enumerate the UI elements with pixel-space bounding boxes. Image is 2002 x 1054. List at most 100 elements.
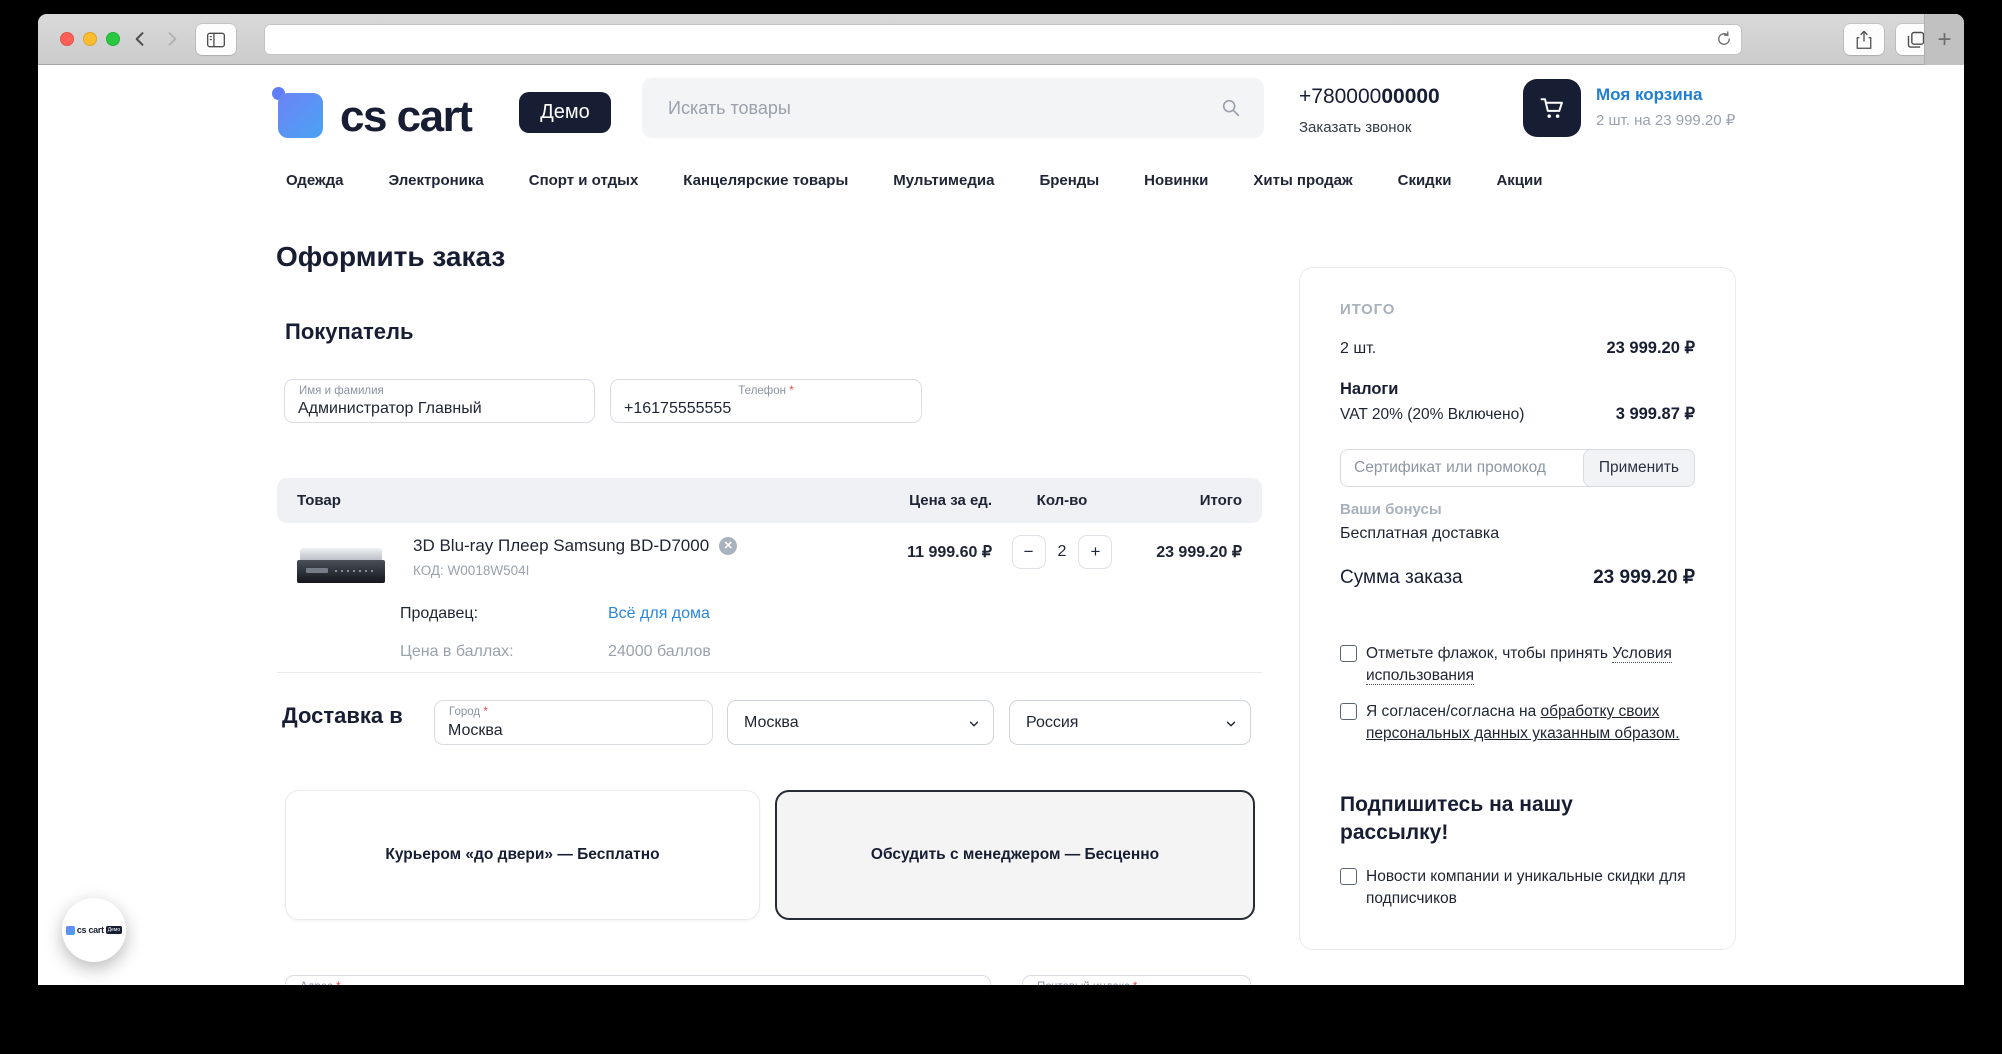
my-cart-link[interactable]: Моя корзина (1596, 85, 1702, 105)
items-count: 2 шт. (1340, 340, 1376, 358)
address-field[interactable]: Адрес * (285, 975, 991, 985)
phone-input[interactable] (624, 400, 908, 418)
logo-text-mini: cs cart (77, 925, 104, 935)
taxes-heading: Налоги (1340, 380, 1695, 399)
nav-item-novinki[interactable]: Новинки (1144, 172, 1208, 189)
shipping-option-courier[interactable]: Курьером «до двери» — Бесплатно (285, 790, 760, 920)
name-field-label: Имя и фамилия (299, 385, 384, 397)
cart-button[interactable] (1523, 79, 1581, 137)
product-code: КОД: W0018W504I (413, 563, 737, 578)
bonuses-value: Бесплатная доставка (1340, 525, 1695, 543)
zipcode-field[interactable]: Почтовый индекс * (1022, 975, 1251, 985)
main-nav: Одежда Электроника Спорт и отдых Канцеля… (286, 172, 1542, 189)
search-input[interactable] (668, 78, 1208, 138)
name-field: Имя и фамилия (284, 379, 595, 423)
terms-checkbox-row: Отметьте флажок, чтобы принять Условия и… (1340, 643, 1695, 688)
promo-code-control: Применить (1340, 449, 1695, 487)
summary-heading: ИТОГО (1340, 301, 1695, 318)
nav-item-brendy[interactable]: Бренды (1039, 172, 1099, 189)
col-total: Итого (1132, 492, 1242, 509)
chevron-down-icon (1224, 717, 1238, 731)
logo-text[interactable]: cs cart (340, 92, 471, 142)
tabs-icon (1906, 30, 1926, 50)
search-bar (642, 78, 1264, 138)
items-total-row: 2 шт. 23 999.20 ₽ (1340, 338, 1695, 358)
logo-mark-mini (66, 926, 75, 935)
row-total: 23 999.20 ₽ (1132, 528, 1242, 592)
col-qty: Кол-во (992, 492, 1132, 509)
tax-value: 3 999.87 ₽ (1616, 404, 1695, 424)
col-unit-price: Цена за ед. (812, 492, 992, 509)
country-select[interactable]: Россия (1009, 700, 1251, 745)
phone-field-label: Телефон * (611, 385, 921, 397)
nav-item-sport-i-otdyh[interactable]: Спорт и отдых (529, 172, 639, 189)
city-input[interactable] (448, 722, 699, 740)
promo-code-input[interactable] (1340, 449, 1589, 487)
zoom-window-button[interactable] (106, 32, 120, 46)
refresh-icon[interactable] (1715, 30, 1733, 53)
tax-row: VAT 20% (20% Включено) 3 999.87 ₽ (1340, 404, 1695, 424)
points-row: Цена в баллах:24000 баллов (400, 643, 711, 661)
address-bar[interactable] (264, 24, 1742, 55)
newsletter-checkbox[interactable] (1340, 868, 1357, 885)
consent-checkbox-row: Я согласен/согласна на обработку своих п… (1340, 701, 1695, 746)
apply-promo-button[interactable]: Применить (1583, 449, 1695, 487)
product-title[interactable]: 3D Blu-ray Плеер Samsung BD-D7000✕ (413, 536, 737, 556)
newsletter-text: Новости компании и уникальные скидки для… (1366, 866, 1695, 911)
cart-item-row: 3D Blu-ray Плеер Samsung BD-D7000✕ КОД: … (277, 528, 1262, 592)
order-total-label: Сумма заказа (1340, 567, 1463, 589)
terms-checkbox[interactable] (1340, 645, 1357, 662)
cart-summary: 2 шт. на 23 999.20 ₽ (1596, 111, 1735, 129)
back-button[interactable] (124, 23, 156, 55)
city-field: Город * (434, 700, 713, 745)
product-image[interactable] (297, 536, 385, 592)
nav-item-multimedia[interactable]: Мультимедиа (893, 172, 994, 189)
qty-increase-button[interactable]: + (1078, 535, 1112, 569)
order-total-value: 23 999.20 ₽ (1593, 566, 1695, 589)
logo-mark[interactable] (278, 93, 323, 138)
shipping-option-manager[interactable]: Обсудить с менеджером — Бесценно (775, 790, 1255, 920)
region-select[interactable]: Москва (727, 700, 994, 745)
divider (277, 672, 1262, 673)
qty-value[interactable]: 2 (1058, 543, 1067, 561)
plus-icon: + (1937, 26, 1951, 54)
unit-price: 11 999.60 ₽ (812, 528, 992, 592)
nav-item-kancelyarskie-tovary[interactable]: Канцелярские товары (683, 172, 848, 189)
page-title: Оформить заказ (276, 241, 505, 273)
cart-icon (1538, 94, 1566, 122)
nav-item-elektronika[interactable]: Электроника (388, 172, 483, 189)
tax-name: VAT 20% (20% Включено) (1340, 406, 1524, 424)
forward-button[interactable] (156, 23, 188, 55)
city-field-label: Город * (449, 706, 488, 718)
checkout-page: cs cart Демо +78000000000 Заказать звоно… (38, 65, 1964, 985)
close-window-button[interactable] (60, 32, 74, 46)
order-summary-card: ИТОГО 2 шт. 23 999.20 ₽ Налоги VAT 20% (… (1299, 267, 1736, 950)
sidebar-icon (206, 31, 226, 49)
phone-field: Телефон * (610, 379, 922, 423)
qty-decrease-button[interactable]: − (1012, 535, 1046, 569)
nav-item-akcii[interactable]: Акции (1496, 172, 1542, 189)
remove-item-icon[interactable]: ✕ (719, 537, 737, 555)
order-total-row: Сумма заказа 23 999.20 ₽ (1340, 566, 1695, 589)
name-input[interactable] (298, 400, 581, 418)
chevron-left-icon (130, 29, 150, 49)
nav-item-hity-prodazh[interactable]: Хиты продаж (1253, 172, 1352, 189)
bonuses-heading: Ваши бонусы (1340, 501, 1695, 518)
col-product: Товар (297, 492, 812, 509)
share-button[interactable] (1844, 24, 1884, 55)
search-icon[interactable] (1220, 97, 1242, 124)
newsletter-checkbox-row: Новости компании и уникальные скидки для… (1340, 866, 1695, 911)
callback-link[interactable]: Заказать звонок (1299, 119, 1411, 136)
browser-toolbar: + (38, 14, 1964, 65)
browser-window: + cs cart Демо +78000000000 Заказать зво… (38, 14, 1964, 985)
vendor-link[interactable]: Всё для дома (608, 605, 710, 622)
nav-item-skidki[interactable]: Скидки (1398, 172, 1452, 189)
minimize-window-button[interactable] (83, 32, 97, 46)
customer-heading: Покупатель (285, 319, 414, 345)
required-asterisk: * (789, 385, 793, 397)
cscart-floating-widget[interactable]: cs cart Демо (62, 898, 126, 962)
consent-checkbox[interactable] (1340, 703, 1357, 720)
new-tab-button[interactable]: + (1924, 14, 1964, 65)
nav-item-odezhda[interactable]: Одежда (286, 172, 343, 189)
sidebar-toggle-button[interactable] (196, 24, 236, 55)
